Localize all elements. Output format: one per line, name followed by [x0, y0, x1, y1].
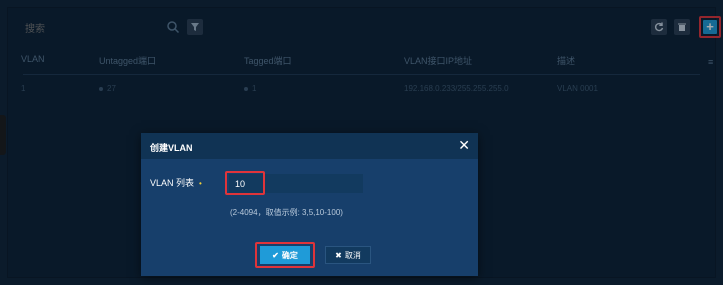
vlan-range-hint: (2-4094，取值示例: 3,5,10-100): [230, 208, 343, 217]
input-highlight-box: [225, 171, 265, 195]
confirm-button[interactable]: ✔ 确定: [260, 246, 310, 264]
dialog-header: 创建VLAN ✕: [141, 133, 478, 159]
dialog-title: 创建VLAN: [150, 143, 193, 153]
required-mark: •: [199, 179, 202, 188]
vlan-list-label: VLAN 列表 •: [150, 178, 202, 188]
confirm-label: 确定: [281, 250, 298, 260]
cancel-button[interactable]: ✖ 取消: [325, 246, 371, 264]
confirm-highlight-box: ✔ 确定: [255, 242, 315, 268]
check-icon: ✔: [272, 250, 279, 260]
x-icon: ✖: [335, 250, 342, 260]
create-vlan-dialog: 创建VLAN ✕ VLAN 列表• (2-4094，取值示例: 3,5,10-1…: [141, 133, 478, 276]
close-icon[interactable]: ✕: [458, 138, 470, 152]
cancel-label: 取消: [344, 250, 361, 260]
